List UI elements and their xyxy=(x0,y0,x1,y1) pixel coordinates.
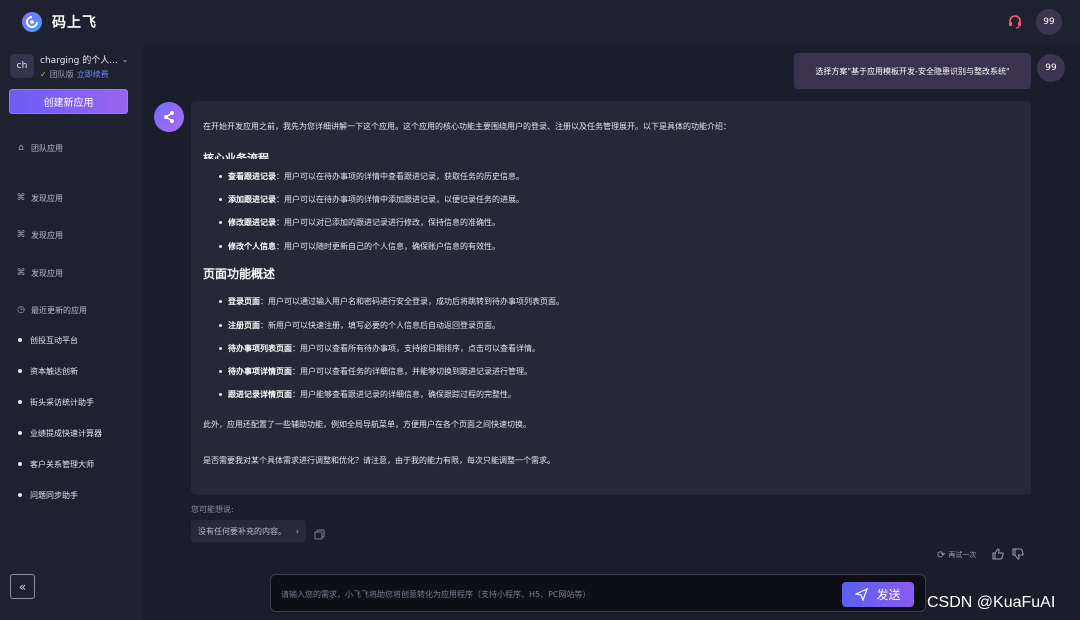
retry-button[interactable]: ⟳ 再试一次 xyxy=(937,550,976,561)
collapse-sidebar-button[interactable]: « xyxy=(10,574,35,599)
chat-input[interactable] xyxy=(281,584,836,604)
list-item: 修改个人信息：用户可以随时更新自己的个人信息，确保账户信息的有效性。 xyxy=(219,241,500,252)
recent-app-item[interactable]: 资本触达创新 xyxy=(18,364,78,378)
list-item: 注册页面：新用户可以快速注册，填写必要的个人信息后自动返回登录页面。 xyxy=(219,320,500,331)
app-name: 码上飞 xyxy=(52,14,97,31)
double-chevron-left-icon: « xyxy=(18,579,27,594)
sidebar-item-label: 发现应用 xyxy=(31,268,63,278)
user-message-avatar: 99 xyxy=(1037,54,1065,82)
home-icon: ⌂ xyxy=(18,143,24,153)
list-item: 待办事项详情页面：用户可以查看任务的详细信息，并能够切换到跟进记录进行管理。 xyxy=(219,366,532,377)
sidebar-item-discover[interactable]: ⌘ 发现应用 xyxy=(16,190,64,206)
chat-input-bar: 发送 xyxy=(270,574,926,612)
copy-icon[interactable] xyxy=(314,525,325,540)
answer-extra: 此外，应用还配置了一些辅助功能，例如全局导航菜单，方便用户在各个页面之间快速切换… xyxy=(203,420,531,429)
send-button[interactable]: 发送 xyxy=(842,582,914,607)
clock-icon: ◷ xyxy=(17,305,25,315)
list-item: 待办事项列表页面：用户可以查看所有待办事项，支持按日期排序，点击可以查看详情。 xyxy=(219,343,540,354)
sidebar-item-label: 发现应用 xyxy=(31,193,63,203)
list-item: 添加跟进记录：用户可以在待办事项的详情中添加跟进记录，以便记录任务的进展。 xyxy=(219,194,524,205)
team-switcher[interactable]: ch charging 的个人... ⌄ ✓ 团队版 立即续费 xyxy=(10,53,135,85)
list-item: 跟进记录详情页面：用户能够查看跟进记录的详细信息，确保跟踪过程的完整性。 xyxy=(219,389,516,400)
brand[interactable]: 码上飞 xyxy=(22,11,97,32)
team-name: charging 的个人... xyxy=(40,56,118,66)
suggestion-label: 您可能想说: xyxy=(191,505,234,514)
send-icon xyxy=(855,588,869,601)
logo-icon xyxy=(22,11,42,32)
top-bar: 码上飞 99 xyxy=(0,0,1080,43)
section-heading-pages: 页面功能概述 xyxy=(203,267,276,281)
command-icon: ⌘ xyxy=(16,230,26,240)
recent-app-item[interactable]: 街头采访统计助手 xyxy=(18,395,94,409)
answer-intro: 在开始开发应用之前，我先为您详细讲解一下这个应用。这个应用的核心功能主要围绕用户… xyxy=(203,122,731,131)
renew-link[interactable]: 立即续费 xyxy=(77,69,109,80)
bot-answer: 在开始开发应用之前，我先为您详细讲解一下这个应用。这个应用的核心功能主要围绕用户… xyxy=(191,101,1031,495)
thumbs-up-icon[interactable] xyxy=(992,548,1005,562)
user-avatar[interactable]: 99 xyxy=(1036,8,1062,35)
list-item: 登录页面：用户可以通过输入用户名和密码进行安全登录，成功后将跳转到待办事项列表页… xyxy=(219,296,564,307)
share-icon xyxy=(164,111,174,123)
recent-app-item[interactable]: 问题同步助手 xyxy=(18,488,78,502)
command-icon: ⌘ xyxy=(16,193,26,203)
chevron-right-icon: › xyxy=(295,526,299,536)
sidebar: ch charging 的个人... ⌄ ✓ 团队版 立即续费 创建新应用 ⌂ … xyxy=(0,43,143,620)
watermark: CSDN @KuaFuAI xyxy=(927,594,1056,611)
answer-question: 是否需要我对某个具体需求进行调整和优化？请注意，由于我的能力有限，每次只能调整一… xyxy=(203,456,555,465)
sidebar-item-label: 发现应用 xyxy=(31,230,63,240)
chevron-down-icon[interactable]: ⌄ xyxy=(122,55,129,64)
sidebar-item-discover[interactable]: ⌘ 发现应用 xyxy=(16,265,64,281)
list-item: 修改跟进记录：用户可以对已添加的跟进记录进行修改，保持信息的准确性。 xyxy=(219,217,500,228)
user-message: 选择方案"基于应用模板开发-安全隐患识别与整改系统" xyxy=(794,53,1031,89)
recent-app-item[interactable]: 创投互动平台 xyxy=(18,333,78,347)
refresh-icon: ⟳ xyxy=(937,549,946,561)
sidebar-item-recent[interactable]: ◷ 最近更新的应用 xyxy=(16,302,87,318)
section-heading-business: 核心业务流程 xyxy=(203,152,269,159)
message-actions: ⟳ 再试一次 xyxy=(937,548,1025,562)
recent-app-item[interactable]: 客户关系管理大师 xyxy=(18,457,94,471)
recent-app-item[interactable]: 业绩提成快速计算器 xyxy=(18,426,102,440)
thumbs-down-icon[interactable] xyxy=(1012,548,1025,562)
team-avatar: ch xyxy=(10,54,34,78)
command-icon: ⌘ xyxy=(16,268,26,278)
team-plan: 团队版 xyxy=(49,70,74,79)
bot-avatar xyxy=(154,102,184,132)
suggestion-chip[interactable]: 没有任何要补充的内容。 › xyxy=(191,520,306,542)
create-app-button[interactable]: 创建新应用 xyxy=(9,89,128,114)
sidebar-item-label: 团队应用 xyxy=(31,143,63,153)
list-item: 查看跟进记录：用户可以在待办事项的详情中查看跟进记录，获取任务的历史信息。 xyxy=(219,171,524,182)
sidebar-item-label: 最近更新的应用 xyxy=(31,305,87,315)
headset-icon[interactable] xyxy=(1006,13,1024,31)
pen-icon: ✓ xyxy=(40,70,47,79)
sidebar-item-discover[interactable]: ⌘ 发现应用 xyxy=(16,227,64,243)
sidebar-item-team-apps[interactable]: ⌂ 团队应用 xyxy=(16,140,63,156)
